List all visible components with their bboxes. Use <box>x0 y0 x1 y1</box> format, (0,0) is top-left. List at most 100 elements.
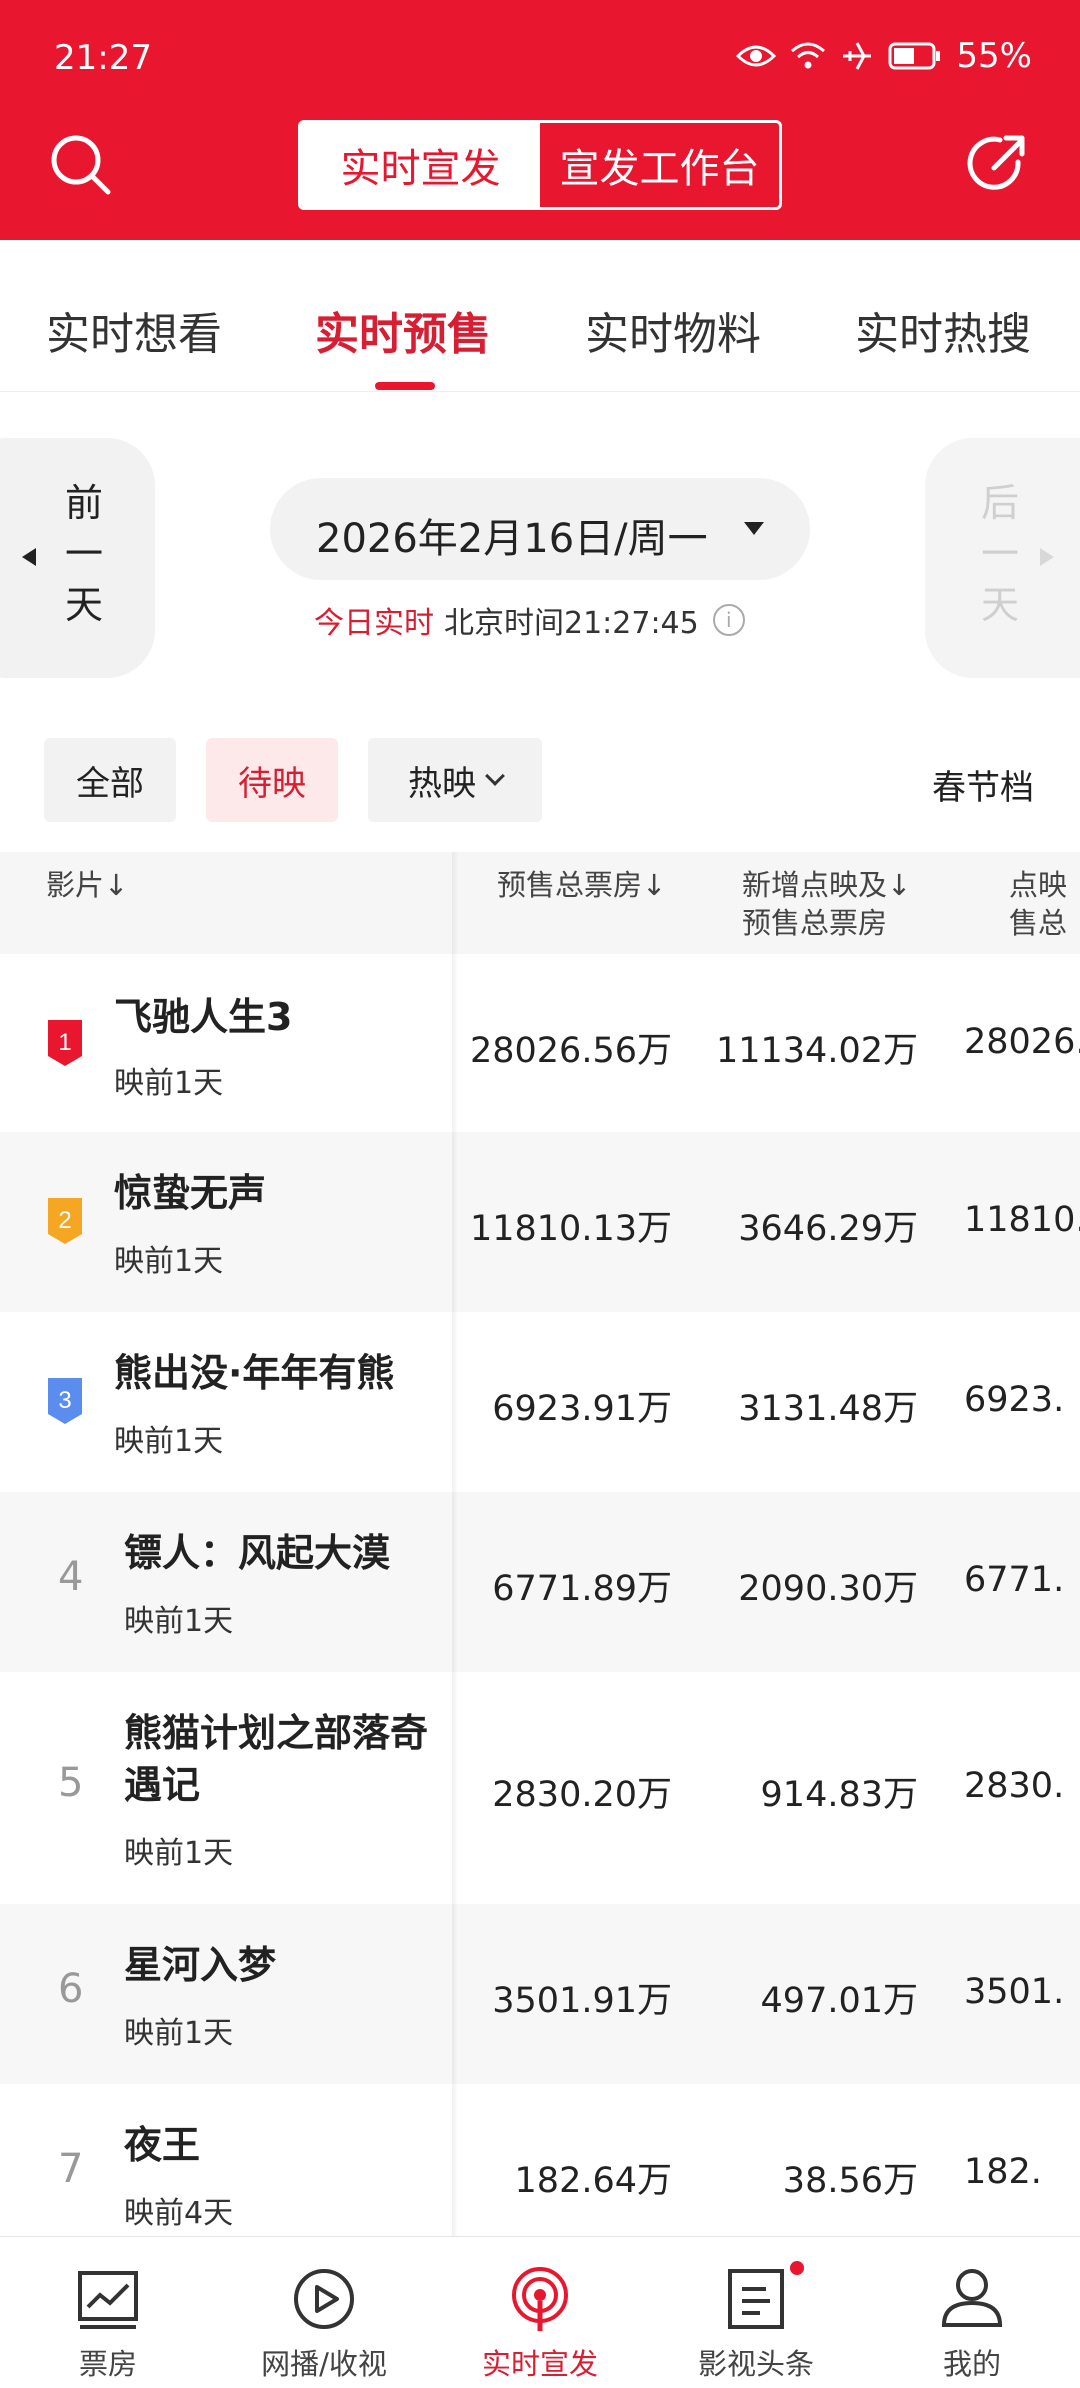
nav-realtime-publicity[interactable]: 实时宣发 <box>432 2237 648 2388</box>
nav-streaming[interactable]: 网播/收视 <box>216 2237 432 2388</box>
film-title-line2: 遇记 <box>124 1763 201 1807</box>
table-row[interactable]: 7 夜王 映前4天 182.64万 38.56万 182. <box>0 2084 1080 2236</box>
svg-text:3: 3 <box>58 1387 71 1414</box>
nav-box-office[interactable]: 票房 <box>0 2237 216 2388</box>
mode-segmented-control: 实时宣发 宣发工作台 <box>298 120 782 210</box>
presale-total: 11810.13万 <box>469 1209 672 1249</box>
nav-profile-label: 我的 <box>942 2347 1001 2381</box>
table-header: 影片↓ 预售总票房↓ 新增点映及↓ 预售总票房 点映 售总 <box>0 852 1080 954</box>
segment-publicity-workbench[interactable]: 宣发工作台 <box>540 123 779 207</box>
rank-number: 4 <box>58 1554 84 1600</box>
col3-value: 6771. <box>964 1560 1065 1600</box>
tab-realtime-hot-search[interactable]: 实时热搜 <box>855 298 1031 362</box>
nav-box-office-label: 票房 <box>78 2347 137 2381</box>
rank-badge-2-icon: 2 <box>48 1198 82 1244</box>
table-row[interactable]: 2 惊蛰无声 映前1天 11810.13万 3646.29万 11810. <box>0 1132 1080 1312</box>
selected-date: 2026年2月16日/周一 <box>316 516 708 562</box>
filter-spring-festival[interactable]: 春节档 <box>932 760 1034 809</box>
caret-down-icon <box>744 522 764 535</box>
status-icons: 55% <box>736 36 1032 76</box>
frozen-column-shadow <box>452 852 458 2242</box>
today-realtime-label: 今日实时 <box>314 606 434 641</box>
film-title: 飞驰人生3 <box>114 995 293 1039</box>
date-selector[interactable]: 2026年2月16日/周一 <box>270 478 810 580</box>
nav-headlines[interactable]: 影视头条 <box>648 2237 864 2388</box>
broadcast-icon <box>512 2267 568 2331</box>
col3-value: 11810. <box>964 1200 1080 1240</box>
nav-headlines-label: 影视头条 <box>697 2347 814 2381</box>
beijing-time: 北京时间21:27:45 <box>444 606 699 641</box>
col3-value: 182. <box>964 2152 1042 2192</box>
new-presale-total: 3131.48万 <box>738 1389 918 1429</box>
new-presale-total: 3646.29万 <box>738 1209 918 1249</box>
header-new-presale-line2: 预售总票房 <box>742 906 888 940</box>
notification-dot <box>790 2261 804 2275</box>
film-status: 映前1天 <box>124 1836 234 1871</box>
presale-total: 2830.20万 <box>492 1775 672 1815</box>
presale-total: 6923.91万 <box>492 1389 672 1429</box>
realtime-info: 今日实时 北京时间21:27:45 i <box>314 598 745 642</box>
table-row[interactable]: 4 镖人：风起大漠 映前1天 6771.89万 2090.30万 6771. <box>0 1492 1080 1672</box>
film-title: 星河入梦 <box>124 1943 277 1987</box>
film-status: 映前1天 <box>114 1424 224 1459</box>
filter-showing[interactable]: 热映 <box>368 738 542 822</box>
header-col3-line2: 售总 <box>1009 906 1068 940</box>
svg-text:1: 1 <box>58 1029 71 1056</box>
user-icon <box>941 2269 1003 2327</box>
filter-upcoming[interactable]: 待映 <box>206 738 338 822</box>
rank-badge-1-icon: 1 <box>48 1020 82 1066</box>
info-icon[interactable]: i <box>712 604 745 636</box>
tab-realtime-want[interactable]: 实时想看 <box>46 298 222 362</box>
segment-realtime-publicity[interactable]: 实时宣发 <box>301 123 540 207</box>
new-presale-total: 497.01万 <box>760 1981 918 2021</box>
battery-icon <box>888 42 941 70</box>
search-icon[interactable] <box>44 128 116 200</box>
prev-day-label: 前一天 <box>64 481 103 627</box>
rank-number: 7 <box>58 2146 84 2192</box>
header-col3[interactable]: 点映 <box>1009 866 1067 904</box>
table-row[interactable]: 3 熊出没·年年有熊 映前1天 6923.91万 3131.48万 6923. <box>0 1312 1080 1492</box>
film-title: 夜王 <box>124 2123 201 2167</box>
film-title: 惊蛰无声 <box>114 1171 267 1215</box>
tab-realtime-presale[interactable]: 实时预售 <box>315 298 491 362</box>
film-status: 映前1天 <box>114 1066 224 1101</box>
table-row[interactable]: 1 飞驰人生3 映前1天 28026.56万 11134.02万 28026. <box>0 954 1080 1132</box>
chart-icon <box>78 2271 138 2329</box>
col3-value: 3501. <box>964 1972 1065 2012</box>
header-film[interactable]: 影片↓ <box>46 866 128 904</box>
filter-showing-label: 热映 <box>408 763 476 804</box>
film-status: 映前1天 <box>124 2016 234 2051</box>
film-title: 熊猫计划之部落奇 <box>124 1711 429 1755</box>
app-header: 21:27 55% 实时宣发 宣发工作台 <box>0 0 1080 240</box>
share-icon[interactable] <box>962 128 1034 200</box>
nav-profile[interactable]: 我的 <box>864 2237 1080 2388</box>
active-tab-indicator <box>375 382 435 390</box>
header-presale-total[interactable]: 预售总票房↓ <box>497 866 666 904</box>
presale-total: 28026.56万 <box>469 1031 672 1071</box>
film-title: 熊出没·年年有熊 <box>114 1351 395 1395</box>
col3-value: 2830. <box>964 1766 1065 1806</box>
chevron-down-icon <box>485 766 505 786</box>
new-presale-total: 11134.02万 <box>715 1031 918 1071</box>
tab-realtime-materials[interactable]: 实时物料 <box>585 298 761 362</box>
header-new-presale[interactable]: 新增点映及↓ <box>742 866 911 904</box>
new-presale-total: 2090.30万 <box>738 1569 918 1609</box>
status-time: 21:27 <box>54 38 152 78</box>
airplane-icon <box>843 42 872 70</box>
table-row[interactable]: 5 熊猫计划之部落奇 遇记 映前1天 2830.20万 914.83万 2830… <box>0 1672 1080 1904</box>
filter-all[interactable]: 全部 <box>44 738 176 822</box>
rank-badge-3-icon: 3 <box>48 1378 82 1424</box>
presale-total: 3501.91万 <box>492 1981 672 2021</box>
film-title: 镖人：风起大漠 <box>124 1531 391 1575</box>
new-presale-total: 914.83万 <box>760 1775 918 1815</box>
right-arrow-icon <box>1040 548 1054 566</box>
eye-icon <box>736 45 777 67</box>
news-icon <box>728 2269 784 2329</box>
category-tabs: 实时想看 实时预售 实时物料 实时热搜 <box>0 262 1080 392</box>
col3-value: 6923. <box>964 1380 1065 1420</box>
rank-number: 6 <box>58 1966 84 2012</box>
rank-number: 5 <box>58 1760 84 1806</box>
play-icon <box>294 2269 354 2329</box>
table-row[interactable]: 6 星河入梦 映前1天 3501.91万 497.01万 3501. <box>0 1904 1080 2084</box>
wifi-icon <box>791 42 826 69</box>
